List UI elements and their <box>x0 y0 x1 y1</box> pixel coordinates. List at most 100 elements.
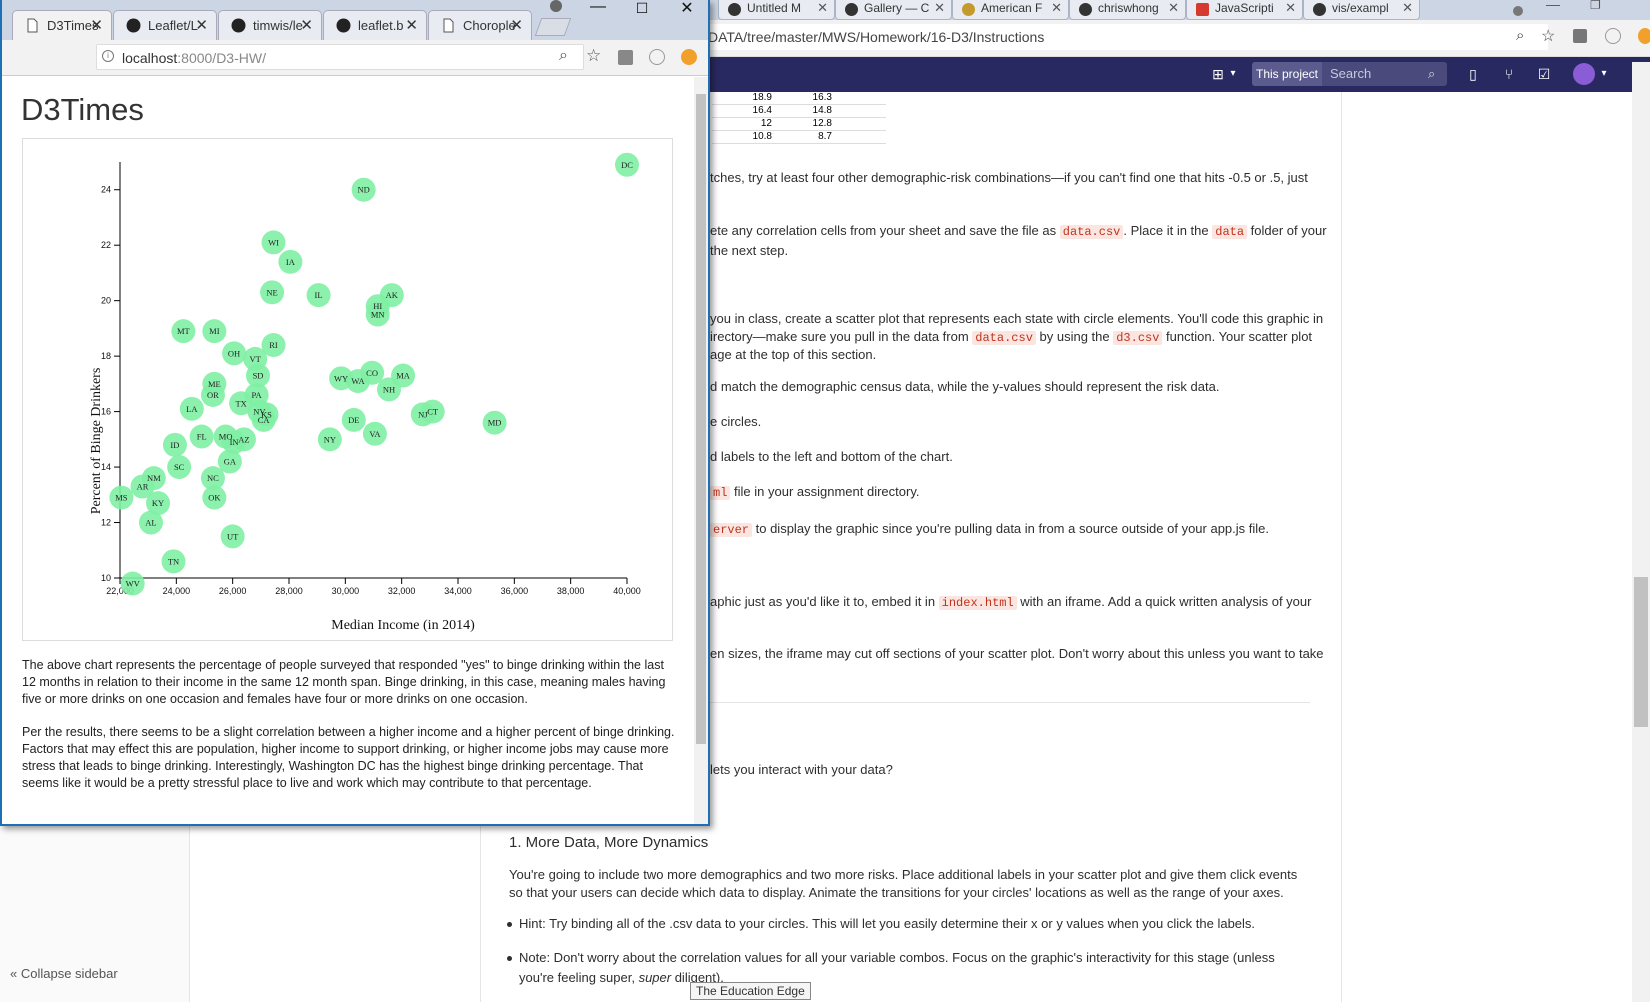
plus-icon[interactable]: ⊞ <box>1210 66 1226 82</box>
data-point-label: RI <box>269 340 278 350</box>
doc-text: en sizes, the iframe may cut off section… <box>710 646 1324 661</box>
minimize-button[interactable]: — <box>584 0 612 18</box>
front-browser-window: D3Times ✕ Leaflet/L ✕ timwis/le ✕ leaflet.b… <box>0 0 710 826</box>
data-point-label: IL <box>315 290 323 300</box>
close-window-button[interactable]: ✕ <box>673 0 701 18</box>
extension-icon[interactable] <box>1573 29 1587 43</box>
data-point-label: ME <box>208 379 221 389</box>
profile-icon[interactable] <box>1513 6 1523 16</box>
data-point-label: WA <box>351 376 365 386</box>
background-tab[interactable]: chriswhong ✕ <box>1069 0 1186 20</box>
x-tick-label: 38,000 <box>557 586 585 596</box>
doc-text: d labels to the left and bottom of the c… <box>710 449 953 464</box>
tab-choropleth[interactable]: Chorople ✕ <box>428 10 532 40</box>
close-icon[interactable]: ✕ <box>817 0 828 16</box>
data-point-label: VA <box>369 429 381 439</box>
page-scrollbar[interactable] <box>694 77 708 824</box>
data-point-label: CA <box>258 415 271 425</box>
extension-icon[interactable] <box>649 49 665 65</box>
close-icon[interactable]: ✕ <box>405 16 418 34</box>
circle-icon <box>728 3 741 16</box>
background-tab[interactable]: Untitled M ✕ <box>718 0 835 20</box>
star-icon[interactable]: ☆ <box>586 46 601 66</box>
background-tab[interactable]: Gallery — C ✕ <box>835 0 952 20</box>
background-tab[interactable]: JavaScripti ✕ <box>1186 0 1303 20</box>
close-icon[interactable]: ✕ <box>1402 0 1413 16</box>
y-axis-label: Percent of Binge Drinkers <box>89 368 104 515</box>
extension-icon[interactable] <box>618 50 633 65</box>
profile-icon[interactable] <box>550 0 562 12</box>
close-icon[interactable]: ✕ <box>1051 0 1062 16</box>
info-icon[interactable]: i <box>102 50 114 62</box>
doc-text: ml file in your assignment directory. <box>710 483 919 502</box>
tab-timwis[interactable]: timwis/le ✕ <box>218 10 322 40</box>
star-icon[interactable]: ☆ <box>1541 26 1555 46</box>
close-icon[interactable]: ✕ <box>510 16 523 34</box>
data-point-label: IA <box>286 257 296 267</box>
zoom-icon[interactable]: ⌕ <box>1516 27 1524 44</box>
page-scrollbar[interactable] <box>1632 62 1650 1002</box>
data-point-label: ID <box>170 440 179 450</box>
github-icon <box>336 18 351 33</box>
close-icon[interactable]: ✕ <box>1285 0 1296 16</box>
analysis-paragraph: Per the results, there seems to be a sli… <box>22 725 675 790</box>
extension-icon[interactable] <box>681 49 697 65</box>
scrollbar-thumb[interactable] <box>1634 577 1648 727</box>
todo-icon[interactable]: ☑ <box>1536 66 1552 82</box>
close-icon[interactable]: ✕ <box>1168 0 1179 16</box>
table-row: 18.9 16.3 <box>712 92 886 105</box>
address-bar[interactable]: localhost:8000/D3-HW/ <box>96 44 584 70</box>
background-address-bar[interactable]: DATA/tree/master/MWS/Homework/16-D3/Inst… <box>700 24 1548 50</box>
merge-request-icon[interactable]: ⑂ <box>1501 66 1517 82</box>
data-point-label: OR <box>207 390 219 400</box>
extension-icon[interactable] <box>1638 28 1650 44</box>
data-point-label: NY <box>324 434 336 444</box>
document-icon <box>443 18 454 33</box>
restore-icon[interactable]: ❐ <box>1590 0 1601 12</box>
data-point-label: MI <box>209 326 220 336</box>
data-point-label: AL <box>145 518 156 528</box>
extension-icon[interactable] <box>1605 28 1621 44</box>
zoom-icon[interactable]: ⌕ <box>559 47 568 65</box>
collapse-sidebar-button[interactable]: « Collapse sidebar <box>10 966 118 981</box>
tab-d3times[interactable]: D3Times ✕ <box>12 10 112 40</box>
close-icon[interactable]: ✕ <box>90 16 103 34</box>
maximize-button[interactable]: ☐ <box>628 0 656 20</box>
data-point-label: KY <box>152 498 164 508</box>
tab-leaflet-b[interactable]: leaflet.b ✕ <box>323 10 427 40</box>
data-point-label: PA <box>252 390 263 400</box>
background-tab[interactable]: American F ✕ <box>952 0 1069 20</box>
document-icon <box>27 18 38 33</box>
table-row: 10.8 8.7 <box>712 131 886 144</box>
data-point-label: WY <box>334 373 348 383</box>
issues-icon[interactable]: ▯ <box>1465 66 1481 82</box>
minimize-icon[interactable]: — <box>1546 0 1560 12</box>
chevron-down-icon[interactable]: ▾ <box>1225 66 1241 82</box>
x-tick-label: 32,000 <box>388 586 416 596</box>
data-point-label: CT <box>427 407 439 417</box>
tab-leaflet[interactable]: Leaflet/L ✕ <box>113 10 217 40</box>
github-icon <box>1079 3 1092 16</box>
close-icon[interactable]: ✕ <box>934 0 945 16</box>
doc-text: ete any correlation cells from your shee… <box>710 223 1327 239</box>
page-title: D3Times <box>21 92 144 127</box>
chevron-down-icon[interactable]: ▾ <box>1596 66 1612 82</box>
data-point-label: NC <box>207 473 219 483</box>
close-icon[interactable]: ✕ <box>195 16 208 34</box>
close-icon[interactable]: ✕ <box>300 16 313 34</box>
this-project-scope[interactable]: This project <box>1252 62 1322 86</box>
doc-text: you in class, create a scatter plot that… <box>710 311 1324 326</box>
data-point-label: SC <box>174 462 185 472</box>
background-tab[interactable]: vis/exampl ✕ <box>1303 0 1420 20</box>
double-chevron-left-icon: « <box>10 966 18 981</box>
data-point-label: DE <box>348 415 359 425</box>
table-row: 12 12.8 <box>712 118 886 131</box>
y-tick-label: 24 <box>101 185 111 195</box>
data-point-label: MD <box>488 418 502 428</box>
new-tab-button[interactable] <box>534 18 572 36</box>
list-item: Hint: Try binding all of the .csv data t… <box>507 914 1299 934</box>
avatar[interactable] <box>1573 63 1595 85</box>
scrollbar-thumb[interactable] <box>696 94 706 744</box>
table-row: 16.4 14.8 <box>712 105 886 118</box>
data-point-label: WV <box>126 579 141 589</box>
